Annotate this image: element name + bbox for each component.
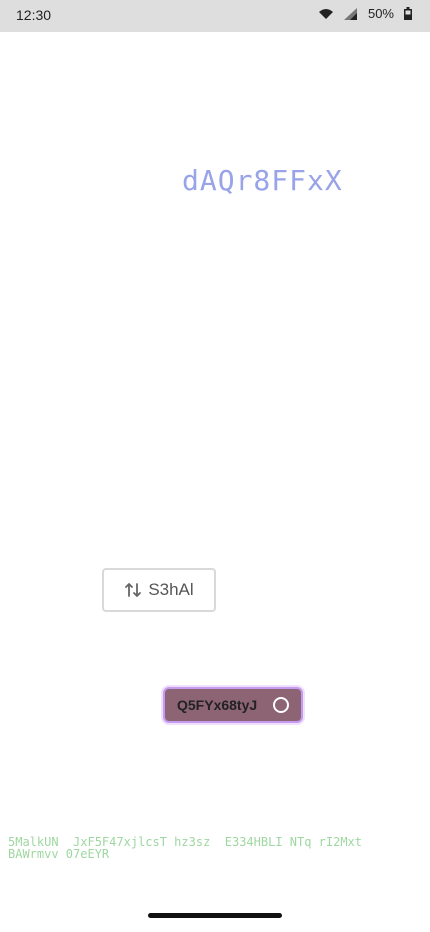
status-time: 12:30 xyxy=(16,7,52,23)
primary-button[interactable]: Q5FYx68tyJ xyxy=(163,687,303,723)
swap-button-label: S3hAl xyxy=(148,580,194,599)
wifi-icon xyxy=(318,8,334,20)
home-indicator[interactable] xyxy=(148,913,282,918)
battery-icon xyxy=(404,7,412,20)
battery-percentage: 50% xyxy=(367,6,394,21)
footer-text: 5MalkUN JxF5F47xjlcsT hz3sz E334HBLI NTq… xyxy=(8,835,363,861)
screen: 12:30 50% dAQr8FFxX S3hAl Q5FYx68tyJ 5Ma… xyxy=(0,0,430,932)
page-title: dAQr8FFxX xyxy=(182,164,343,197)
swap-button[interactable]: S3hAl xyxy=(102,568,216,612)
status-icons: 50% xyxy=(318,6,412,21)
swap-vertical-icon xyxy=(124,581,142,599)
status-bar: 12:30 50% xyxy=(0,0,430,32)
circle-icon xyxy=(273,697,289,713)
primary-button-label: Q5FYx68tyJ xyxy=(177,697,258,713)
signal-icon xyxy=(343,7,358,20)
